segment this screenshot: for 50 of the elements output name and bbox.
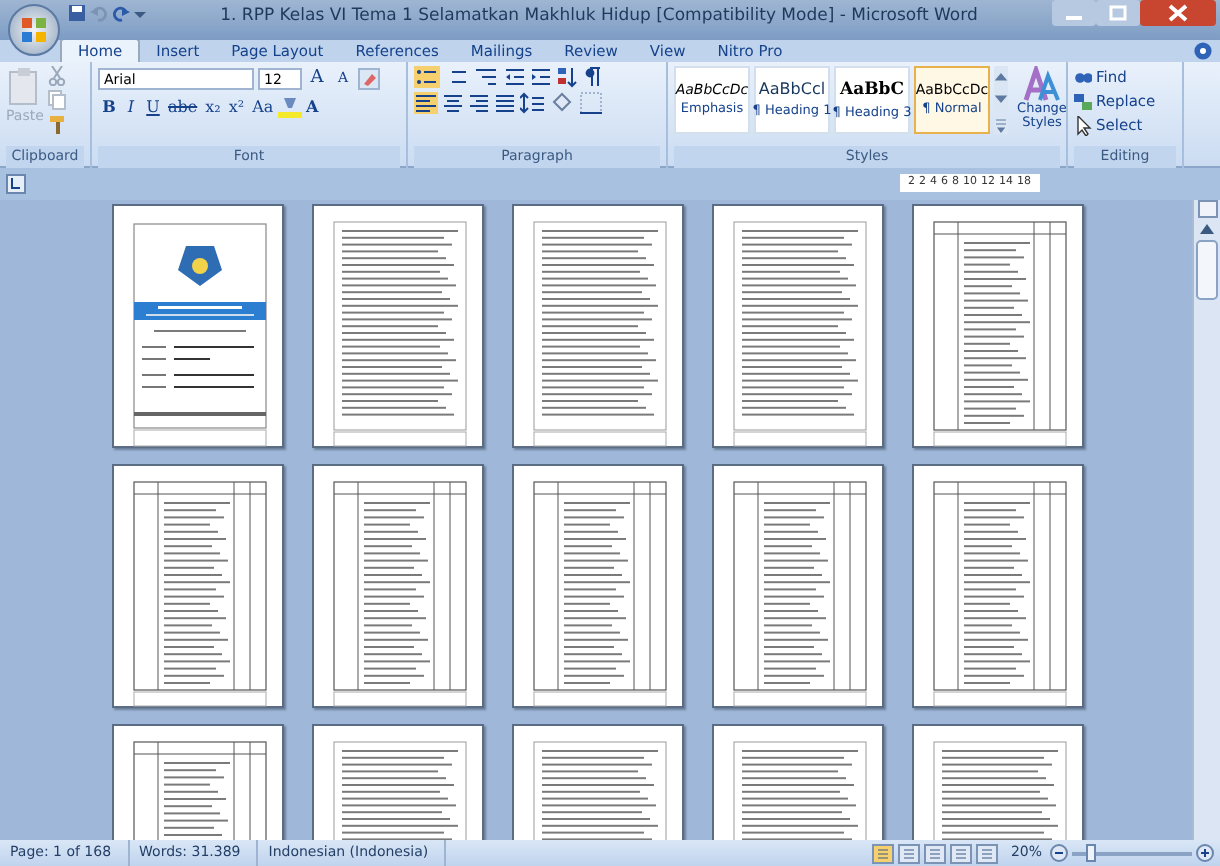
format-button[interactable]: Aa (248, 94, 278, 118)
format-button[interactable]: x² (224, 94, 249, 118)
show-formatting-icon[interactable] (582, 66, 604, 88)
close-button[interactable] (1140, 0, 1216, 26)
styles-scroll-icon[interactable] (994, 66, 1008, 134)
help-icon[interactable] (1194, 42, 1212, 60)
zoom-slider-thumb[interactable] (1085, 843, 1096, 861)
ruler-toggle-icon[interactable] (1197, 200, 1217, 218)
grow-font-button[interactable]: A (306, 66, 328, 90)
redo-icon[interactable] (112, 4, 130, 22)
scroll-up-icon[interactable] (1198, 222, 1216, 236)
align-left-icon[interactable] (414, 92, 438, 114)
zoom-out-icon[interactable] (1050, 844, 1068, 862)
format-button[interactable]: x₂ (201, 94, 225, 118)
font-color-button[interactable]: A (301, 94, 324, 118)
justify-icon[interactable] (494, 92, 516, 114)
draft-icon[interactable] (976, 843, 999, 863)
multilevel-list-icon[interactable] (474, 66, 500, 88)
increase-indent-icon[interactable] (530, 66, 552, 88)
zoom-in-icon[interactable] (1196, 844, 1214, 862)
format-button[interactable]: B (98, 94, 120, 118)
web-layout-icon[interactable] (924, 843, 947, 863)
outline-icon[interactable] (950, 843, 973, 863)
paste-icon (8, 66, 41, 106)
format-button[interactable]: abe (164, 94, 202, 118)
office-button[interactable] (8, 4, 60, 56)
borders-icon[interactable] (580, 92, 602, 114)
format-painter-icon[interactable] (47, 114, 68, 134)
format-button[interactable]: U (142, 94, 164, 118)
line-spacing-icon[interactable] (520, 92, 546, 114)
cursor-icon (1074, 116, 1092, 136)
sort-icon[interactable] (556, 66, 578, 88)
office-logo-icon[interactable] (20, 16, 48, 44)
find-icon (1074, 68, 1092, 88)
full-screen-reading-icon[interactable] (898, 843, 921, 863)
customize-dropdown-icon[interactable] (134, 7, 146, 19)
clear-formatting-icon[interactable] (358, 67, 380, 89)
align-center-icon[interactable] (442, 92, 464, 114)
window-title: 1. RPP Kelas VI Tema 1 Selamatkan Makhluk Hidup [Compatibility Mode] - Microsoft Word (220, 6, 978, 26)
format-button[interactable]: I (120, 94, 142, 118)
scroll-thumb[interactable] (1196, 240, 1218, 300)
vertical-scrollbar[interactable] (1192, 200, 1220, 840)
change-styles-icon (1022, 66, 1062, 102)
ruler-tab-selector[interactable] (6, 174, 26, 194)
replace-icon (1074, 92, 1092, 112)
decrease-indent-icon[interactable] (504, 66, 526, 88)
highlight-icon[interactable] (277, 95, 302, 117)
save-icon[interactable] (68, 4, 86, 22)
align-right-icon[interactable] (468, 92, 490, 114)
bullets-icon[interactable] (414, 66, 440, 88)
